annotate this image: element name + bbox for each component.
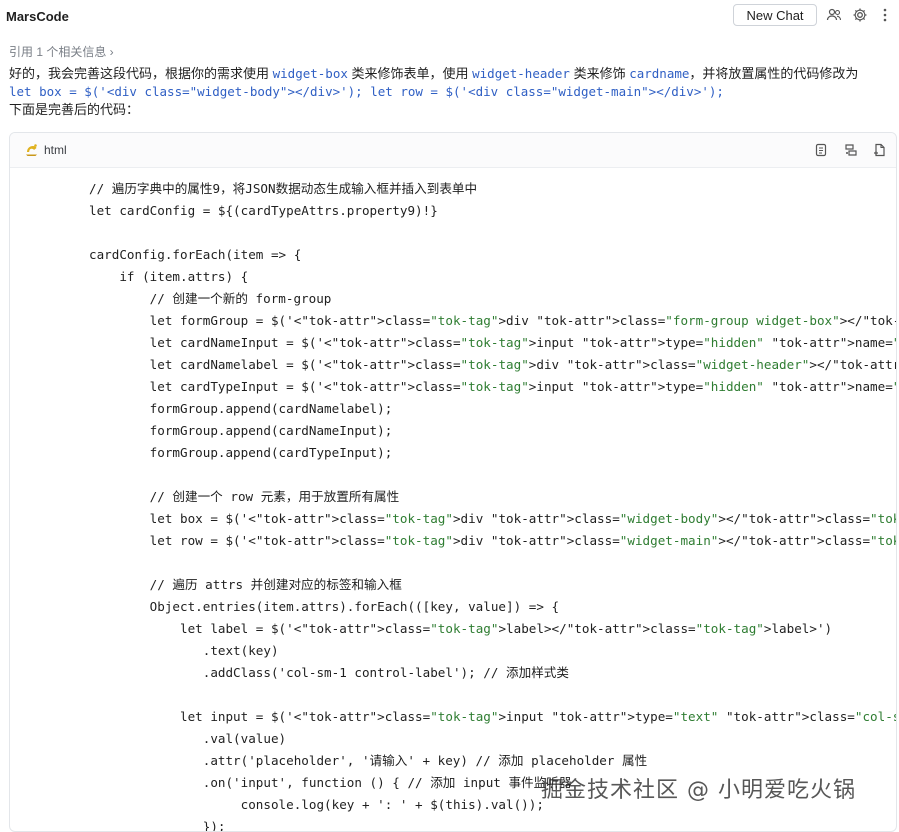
code-line: let input = $('<"tok-attr">class="tok-ta… bbox=[89, 709, 896, 724]
code-line: .val(value) bbox=[89, 731, 287, 746]
reference-link[interactable]: 引用 1 个相关信息 › bbox=[9, 43, 114, 60]
assistant-message: 好的，我会完善这段代码，根据你的需求使用 widget-box 类来修饰表单，使… bbox=[9, 65, 889, 119]
new-chat-button[interactable]: New Chat bbox=[733, 4, 817, 26]
users-icon[interactable] bbox=[825, 6, 843, 24]
message-text: 类来修饰 bbox=[569, 66, 630, 81]
code-line: formGroup.append(cardNameInput); bbox=[89, 423, 393, 438]
code-line: let box = $('<"tok-attr">class="tok-tag"… bbox=[89, 511, 896, 526]
code-line: let cardNameInput = $('<"tok-attr">class… bbox=[89, 335, 896, 350]
message-text: ，并将放置属性的代码修改为 bbox=[689, 66, 859, 81]
inline-code: widget-header bbox=[472, 66, 570, 81]
new-file-icon[interactable] bbox=[872, 142, 888, 158]
code-line: formGroup.append(cardNamelabel); bbox=[89, 401, 393, 416]
code-line: let label = $('<"tok-attr">class="tok-ta… bbox=[89, 621, 833, 636]
code-line: // 创建一个新的 form-group bbox=[89, 291, 332, 306]
code-line: .addClass('col-sm-1 control-label'); // … bbox=[89, 665, 569, 680]
code-block-header: html bbox=[10, 133, 896, 168]
code-line: // 创建一个 row 元素，用于放置所有属性 bbox=[89, 489, 400, 504]
message-text: 好的，我会完善这段代码，根据你的需求使用 bbox=[9, 66, 273, 81]
code-line: .text(key) bbox=[89, 643, 279, 658]
code-line: // 遍历 attrs 并创建对应的标签和输入框 bbox=[89, 577, 402, 592]
code-line: Object.entries(item.attrs).forEach(([key… bbox=[89, 599, 560, 614]
top-bar: MarsCode New Chat bbox=[0, 0, 899, 32]
insert-code-icon[interactable] bbox=[843, 142, 859, 158]
app-title: MarsCode bbox=[6, 9, 69, 24]
code-line: if (item.attrs) { bbox=[89, 269, 249, 284]
code-line: let cardTypeInput = $('<"tok-attr">class… bbox=[89, 379, 896, 394]
html-language-icon bbox=[24, 142, 40, 163]
more-vertical-icon[interactable] bbox=[876, 6, 894, 24]
code-line: .attr('placeholder', '请输入' + key) // 添加 … bbox=[89, 753, 648, 768]
message-text: 类来修饰表单，使用 bbox=[347, 66, 473, 81]
code-line: }); bbox=[89, 819, 226, 832]
watermark: 掘金技术社区 @ 小明爱吃火锅 bbox=[541, 778, 856, 803]
message-line-3: 下面是完善后的代码： bbox=[9, 102, 140, 117]
code-line: let cardConfig = ${(cardTypeAttrs.proper… bbox=[89, 203, 438, 218]
message-line-1: 好的，我会完善这段代码，根据你的需求使用 widget-box 类来修饰表单，使… bbox=[9, 65, 889, 83]
code-line: let cardNamelabel = $('<"tok-attr">class… bbox=[89, 357, 896, 372]
code-line: let row = $('<"tok-attr">class="tok-tag"… bbox=[89, 533, 896, 548]
code-block: html // 遍历字典中的属性9，将JSON数据动态生成输入框并插入到表单中 l… bbox=[9, 132, 897, 832]
code-line: cardConfig.forEach(item => { bbox=[89, 247, 302, 262]
code-language-label: html bbox=[44, 143, 67, 157]
copy-icon[interactable] bbox=[813, 142, 829, 158]
message-line-2: let box = $('<div class="widget-body"></… bbox=[9, 84, 724, 99]
inline-code: cardname bbox=[629, 66, 690, 81]
code-line: // 遍历字典中的属性9，将JSON数据动态生成输入框并插入到表单中 bbox=[89, 181, 478, 196]
code-content[interactable]: // 遍历字典中的属性9，将JSON数据动态生成输入框并插入到表单中 let ca… bbox=[89, 178, 897, 832]
code-line: formGroup.append(cardTypeInput); bbox=[89, 445, 393, 460]
code-line: let formGroup = $('<"tok-attr">class="to… bbox=[89, 313, 897, 328]
inline-code: widget-box bbox=[272, 66, 348, 81]
gear-icon[interactable] bbox=[851, 6, 869, 24]
